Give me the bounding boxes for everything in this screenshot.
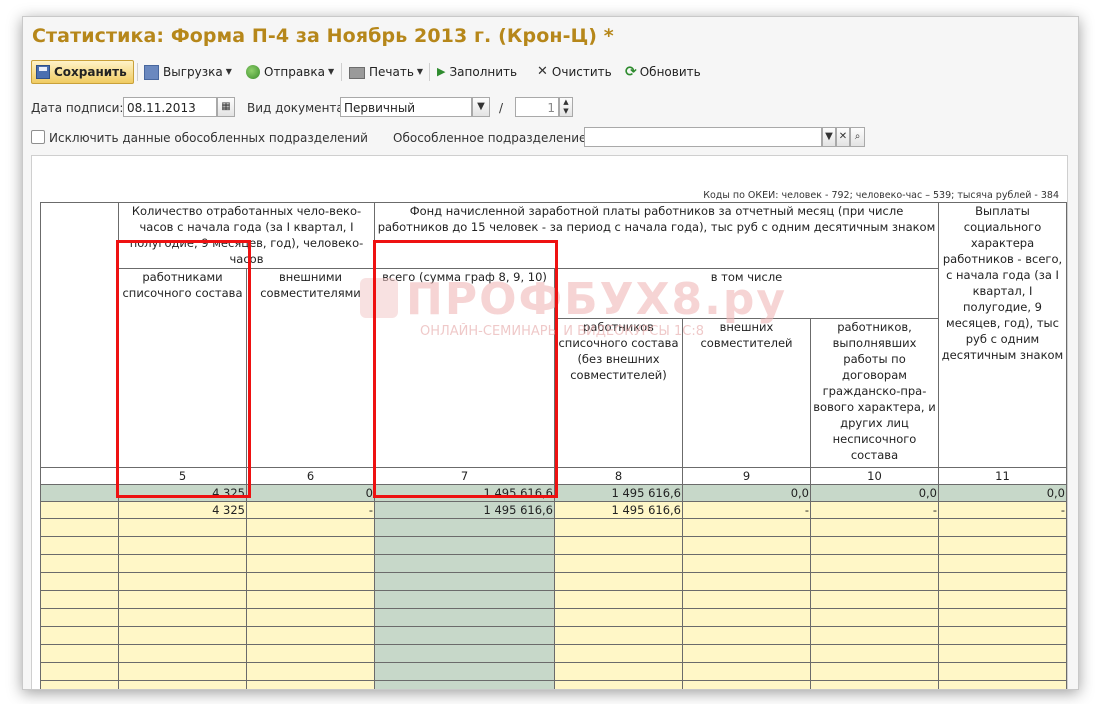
slash-separator: / <box>499 101 504 115</box>
toolbar-separator <box>341 63 342 81</box>
header-col10: работников, выполнявших работы по догово… <box>810 318 939 468</box>
report-window: Статистика: Форма П-4 за Ноябрь 2013 г. … <box>22 16 1079 690</box>
table-cell[interactable] <box>40 501 119 519</box>
chevron-down-icon: ▼ <box>477 101 485 112</box>
chevron-down-icon: ▼ <box>225 67 232 76</box>
toolbar-separator <box>137 63 138 81</box>
table-cell[interactable]: 4 325 <box>118 501 247 519</box>
send-button[interactable]: Отправка ▼ <box>246 60 334 84</box>
chevron-down-icon: ▼ <box>825 131 833 142</box>
header-col6: внешними совместителями <box>246 268 375 468</box>
doc-type-label: Вид документа: <box>247 101 348 115</box>
division-input[interactable] <box>584 127 822 147</box>
header-col7: всего (сумма граф 8, 9, 10) <box>374 268 555 468</box>
statistics-table: Количество отработанных чело-веко-часов … <box>40 202 1067 689</box>
toolbar-separator <box>429 63 430 81</box>
close-icon: ✕ <box>838 131 848 142</box>
col-number: 7 <box>374 467 555 485</box>
send-icon <box>246 65 260 79</box>
correction-stepper[interactable]: ▲ ▼ <box>559 97 573 117</box>
division-dropdown-button[interactable]: ▼ <box>822 127 836 147</box>
table-row <box>40 572 1067 591</box>
col-number: 5 <box>118 467 247 485</box>
window-title: Статистика: Форма П-4 за Ноябрь 2013 г. … <box>32 25 614 47</box>
exclude-divisions-checkbox[interactable] <box>31 130 45 144</box>
table-cell[interactable]: - <box>246 501 375 519</box>
close-icon: ✕ <box>537 64 548 79</box>
table-row <box>40 680 1067 689</box>
table-cell[interactable]: 1 495 616,6 <box>374 484 555 502</box>
division-clear-button[interactable]: ✕ <box>836 127 850 147</box>
report-sheet[interactable]: Коды по ОКЕИ: человек - 792; человеко-ча… <box>31 155 1068 689</box>
header-col5: работниками списочного состава <box>118 268 247 468</box>
table-cell[interactable]: - <box>810 501 939 519</box>
division-label: Обособленное подразделение: <box>393 131 591 145</box>
header-including: в том числе <box>554 268 939 319</box>
play-icon: ▶ <box>437 65 446 78</box>
division-row: Исключить данные обособленных подразделе… <box>31 127 1070 149</box>
refresh-button[interactable]: ⟳ Обновить <box>625 60 701 84</box>
table-row: 4 325 - 1 495 616,6 1 495 616,6 - - - <box>40 501 1067 519</box>
okei-codes: Коды по ОКЕИ: человек - 792; человеко-ча… <box>703 190 1059 201</box>
calendar-icon: ▦ <box>221 101 231 112</box>
table-row <box>40 590 1067 609</box>
header-col8: работников списочного состава (без внешн… <box>554 318 683 468</box>
doc-type-dropdown-button[interactable]: ▼ <box>472 97 490 117</box>
table-cell[interactable]: 0,0 <box>810 484 939 502</box>
search-icon: ⌕ <box>854 131 861 142</box>
table-cell[interactable]: 1 495 616,6 <box>554 484 683 502</box>
correction-number-input[interactable]: 1 <box>515 97 559 117</box>
table-cell[interactable]: - <box>938 501 1067 519</box>
header-hours: Количество отработанных чело-веко-часов … <box>118 202 375 269</box>
toolbar: Сохранить Выгрузка ▼ Отправка ▼ Печать ▼… <box>31 60 1070 84</box>
table-row: 4 325 0 1 495 616,6 1 495 616,6 0,0 0,0 … <box>40 484 1067 502</box>
table-cell[interactable]: 1 495 616,6 <box>554 501 683 519</box>
table-row <box>40 626 1067 645</box>
table-cell[interactable]: 4 325 <box>118 484 247 502</box>
save-button[interactable]: Сохранить <box>31 60 134 84</box>
table-row <box>40 662 1067 681</box>
exclude-divisions-label: Исключить данные обособленных подразделе… <box>49 131 368 145</box>
col-number: 11 <box>938 467 1067 485</box>
division-search-button[interactable]: ⌕ <box>850 127 865 147</box>
table-cell[interactable]: 0 <box>246 484 375 502</box>
sign-date-label: Дата подписи: <box>31 101 124 115</box>
table-row <box>40 554 1067 573</box>
refresh-icon: ⟳ <box>625 64 637 80</box>
table-cell[interactable]: 0,0 <box>682 484 811 502</box>
table-cell[interactable]: 1 495 616,6 <box>374 501 555 519</box>
table-row <box>40 644 1067 663</box>
sign-date-input[interactable]: 08.11.2013 <box>123 97 217 117</box>
fill-button[interactable]: ▶ Заполнить <box>437 60 517 84</box>
export-button[interactable]: Выгрузка ▼ <box>144 60 232 84</box>
calendar-button[interactable]: ▦ <box>217 97 235 117</box>
chevron-down-icon: ▼ <box>416 67 424 76</box>
col-number-empty <box>40 467 119 485</box>
disk-icon <box>36 65 50 79</box>
table-row <box>40 608 1067 627</box>
print-button[interactable]: Печать ▼ <box>349 60 423 84</box>
col-number: 9 <box>682 467 811 485</box>
table-cell[interactable]: - <box>682 501 811 519</box>
clear-button[interactable]: ✕ Очистить <box>537 60 612 84</box>
stepper-arrows-icon: ▲ ▼ <box>563 98 569 115</box>
table-cell[interactable]: 0,0 <box>938 484 1067 502</box>
col-number: 6 <box>246 467 375 485</box>
chevron-down-icon: ▼ <box>327 67 335 76</box>
export-icon <box>144 64 159 80</box>
table-row <box>40 536 1067 555</box>
col-number: 10 <box>810 467 939 485</box>
header-social: Выплаты социального характера работников… <box>938 202 1067 468</box>
header-empty-cell <box>40 202 119 468</box>
printer-icon <box>349 67 365 79</box>
table-cell[interactable] <box>40 484 119 502</box>
header-col9: внешних совместителей <box>682 318 811 468</box>
col-number: 8 <box>554 467 683 485</box>
table-row <box>40 518 1067 537</box>
document-params-row: Дата подписи: 08.11.2013 ▦ Вид документа… <box>31 97 1070 119</box>
doc-type-select[interactable]: Первичный <box>340 97 472 117</box>
header-fund: Фонд начисленной заработной платы работн… <box>374 202 939 269</box>
